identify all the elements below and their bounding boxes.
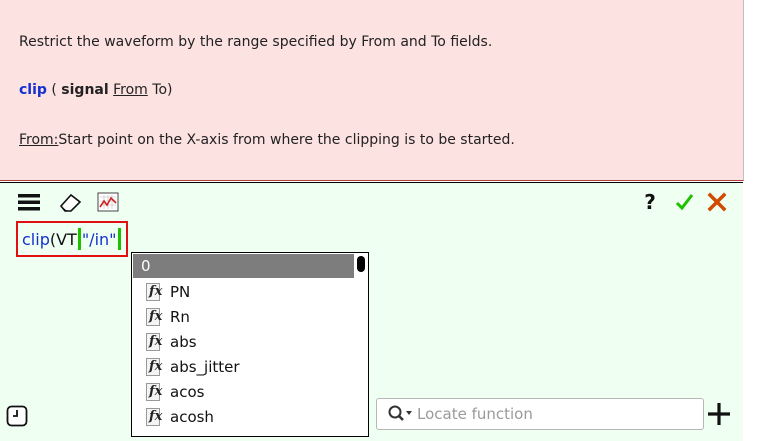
help-button[interactable]: ? [640, 190, 660, 214]
accept-button[interactable] [673, 191, 695, 213]
syntax-to-arg: To) [152, 82, 173, 98]
list-item[interactable]: fx abs_jitter [132, 355, 354, 379]
scrollbar-thumb[interactable] [357, 256, 365, 272]
menu-button[interactable] [16, 191, 42, 213]
list-item[interactable]: fx acos [132, 380, 354, 404]
text-cursor [77, 228, 81, 250]
close-icon [707, 192, 727, 212]
help-syntax: clip ( signal From To) [19, 82, 172, 98]
autocomplete-list[interactable]: 0 fx PN fx Rn fx abs fx abs_jitter fx ac… [131, 252, 369, 437]
search-input[interactable] [417, 405, 677, 423]
list-item-label: abs [170, 333, 197, 351]
help-param-from: From:Start point on the X-axis from wher… [19, 132, 515, 148]
expr-signal: VT [56, 229, 77, 249]
list-item-label: PN [170, 283, 191, 301]
param-name: From: [19, 132, 59, 148]
list-item[interactable]: fx acosh [132, 405, 354, 429]
scrollbar[interactable] [356, 253, 367, 436]
checkmark-icon [675, 194, 694, 211]
list-item[interactable]: fx abs [132, 330, 354, 354]
cancel-button[interactable] [706, 191, 728, 213]
list-item-label: acos [170, 383, 205, 401]
add-button[interactable] [705, 400, 733, 428]
list-item-label: abs_jitter [170, 358, 240, 376]
list-item[interactable]: fx PN [132, 280, 354, 304]
clock-icon [6, 405, 28, 427]
plot-button[interactable] [96, 191, 120, 213]
syntax-from-arg[interactable]: From [113, 82, 148, 98]
expr-argument: "/in" [81, 229, 117, 249]
syntax-function-name: clip [19, 82, 47, 98]
plus-icon [708, 403, 730, 425]
calculator-panel: ? clip(VT "/in" 0 fx PN fx Rn fx abs fx a… [0, 182, 743, 441]
clear-button[interactable] [58, 191, 84, 213]
syntax-open-paren: ( [46, 82, 62, 98]
eraser-icon [59, 193, 82, 212]
chart-icon [97, 192, 119, 212]
syntax-signal-arg: signal [61, 82, 109, 98]
function-icon: fx [146, 358, 162, 376]
list-item-label: Rn [170, 308, 190, 326]
text-cursor-end [117, 228, 121, 250]
list-item[interactable]: fx Rn [132, 305, 354, 329]
search-icon[interactable] [387, 403, 417, 425]
expr-function: clip [22, 229, 50, 249]
list-item-label: acosh [170, 408, 214, 426]
param-text: Start point on the X-axis from where the… [58, 132, 515, 148]
function-icon: fx [146, 383, 162, 401]
function-help-panel: Restrict the waveform by the range speci… [0, 0, 744, 181]
function-icon: fx [146, 333, 162, 351]
expression-editor[interactable]: clip(VT "/in" [16, 221, 128, 257]
menu-icon [18, 194, 40, 211]
function-icon: fx [146, 308, 162, 326]
function-icon: fx [146, 408, 162, 426]
list-item-selected[interactable]: 0 [133, 254, 354, 278]
history-button[interactable] [6, 405, 28, 427]
function-search[interactable] [376, 398, 704, 430]
function-icon: fx [146, 283, 162, 301]
help-description: Restrict the waveform by the range speci… [19, 34, 493, 50]
